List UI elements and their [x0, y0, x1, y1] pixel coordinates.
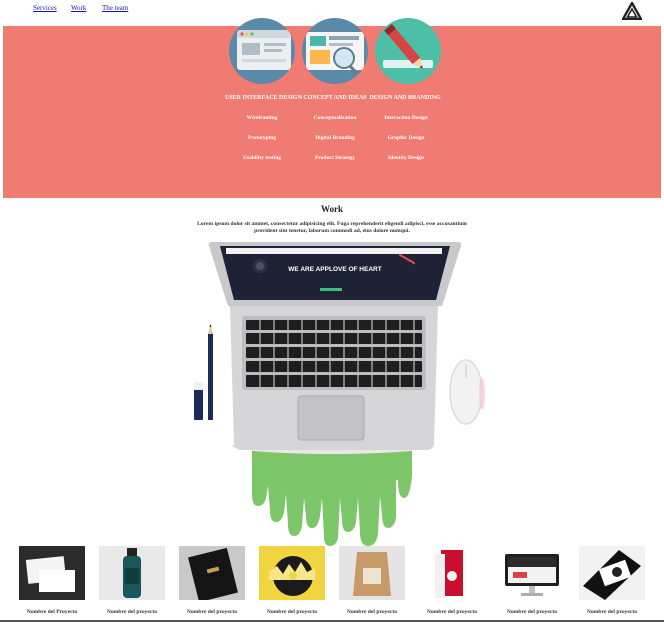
eraser-icon	[194, 382, 203, 420]
ui-design-illustration	[229, 18, 295, 84]
project-card[interactable]: Nombre del proyecto	[419, 546, 485, 615]
service-item: Wireframing	[246, 115, 278, 121]
services-section: USER INTERFACE DESIGN CONCEPT AND IDEAS …	[3, 18, 661, 198]
project-card[interactable]: Nombre del proyecto	[259, 546, 325, 615]
project-thumbnail[interactable]	[579, 546, 645, 600]
screen-headline: WE ARE APPLOVE OF HEART	[288, 266, 381, 273]
service-item: Prototyping	[247, 135, 276, 141]
work-title: Work	[320, 204, 343, 214]
project-thumbnail[interactable]	[99, 546, 165, 600]
project-name: Nombre del proyecto	[106, 609, 158, 615]
project-name: Nombre del proyecto	[346, 609, 398, 615]
service-heading-ui: USER INTERFACE DESIGN	[225, 95, 302, 101]
work-description: Lorem ipsum dolor sit ammet, consectetur…	[197, 221, 467, 234]
project-thumbnail[interactable]	[19, 546, 85, 600]
project-name: Nombre del proyecto	[506, 609, 558, 615]
project-card[interactable]: Nombre del proyecto	[99, 546, 165, 615]
concept-illustration	[302, 18, 368, 84]
nav-link-work[interactable]: Work	[71, 4, 86, 12]
project-name: Nombre del proyecto	[266, 609, 318, 615]
triangle-logo-icon[interactable]	[622, 2, 642, 20]
project-card[interactable]: Nombre del proyecto	[579, 546, 645, 615]
service-item: Usability testing	[242, 155, 282, 161]
service-item: Interaction Design	[384, 115, 428, 121]
service-heading-concept: CONCEPT AND IDEAS	[303, 95, 367, 101]
service-item: Conceptualization	[313, 115, 357, 121]
service-item: Identity Design	[388, 155, 424, 161]
laptop-trackpad	[297, 395, 365, 441]
green-drip-shape	[252, 448, 412, 546]
project-name: Nombre del Proyecto	[26, 609, 78, 615]
service-item: Graphic Design	[387, 135, 425, 141]
project-name: Nombre del proyecto	[186, 609, 238, 615]
branding-illustration	[375, 18, 441, 84]
mouse-icon	[449, 359, 485, 425]
project-thumbnail[interactable]	[179, 546, 245, 600]
nav-link-services[interactable]: Services	[33, 4, 57, 12]
project-thumbnail[interactable]	[419, 546, 485, 600]
work-hero-laptop-illustration: WE ARE APPLOVE OF HEART	[194, 242, 485, 546]
project-thumbnail[interactable]	[499, 546, 565, 600]
service-heading-branding: DESIGN AND BRANDING	[369, 95, 441, 101]
project-thumbnail[interactable]	[259, 546, 325, 600]
service-item: Product Strategy	[314, 155, 356, 161]
project-card[interactable]: Nombre del proyecto	[499, 546, 565, 615]
project-name: Nombre del proyecto	[586, 609, 638, 615]
project-name: Nombre del proyecto	[426, 609, 478, 615]
project-card[interactable]: Nombre del proyecto	[339, 546, 405, 615]
project-card[interactable]: Nombre del Proyecto	[19, 546, 85, 615]
pencil-icon	[208, 324, 213, 420]
nav-link-the-team[interactable]: The team	[102, 4, 128, 12]
project-card[interactable]: Nombre del proyecto	[179, 546, 245, 615]
service-item: Digital Branding	[315, 135, 355, 141]
project-thumbnail[interactable]	[339, 546, 405, 600]
laptop-screen	[220, 246, 450, 300]
